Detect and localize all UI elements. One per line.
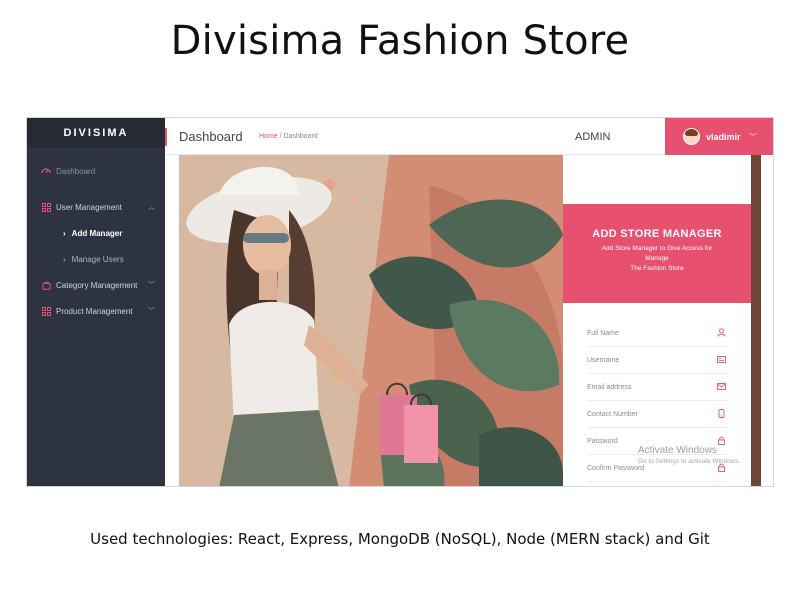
page-title: Dashboard bbox=[179, 129, 243, 144]
dashboard-icon bbox=[41, 166, 51, 176]
sidebar-item-dashboard[interactable]: Dashboard bbox=[27, 158, 165, 184]
hero-image bbox=[179, 155, 563, 486]
avatar bbox=[683, 128, 700, 145]
form-title: ADD STORE MANAGER bbox=[592, 228, 722, 240]
username-field[interactable]: Username bbox=[587, 347, 727, 374]
sidebar-item-label: Dashboard bbox=[56, 166, 96, 176]
contact-number-field[interactable]: Contact Number bbox=[587, 401, 727, 428]
chevron-down-icon: ﹀ bbox=[749, 133, 757, 141]
slide-caption: Used technologies: React, Express, Mongo… bbox=[90, 530, 710, 548]
field-placeholder: Password bbox=[587, 437, 618, 445]
chevron-right-icon: › bbox=[63, 254, 66, 264]
sidebar: DIVISIMA Dashboard User Management ︿ › A… bbox=[27, 118, 165, 486]
sidebar-item-label: Product Management bbox=[56, 306, 133, 316]
app-screenshot: DIVISIMA Dashboard User Management ︿ › A… bbox=[26, 117, 774, 487]
field-placeholder: Confirm Password bbox=[587, 464, 645, 472]
role-label: ADMIN bbox=[575, 131, 611, 143]
form-subtitle-line: Add Store Manager to Give Access for bbox=[601, 245, 713, 252]
form-header: ADD STORE MANAGER Add Store Manager to G… bbox=[563, 204, 751, 303]
form-subtitle: Add Store Manager to Give Access for Man… bbox=[563, 244, 751, 274]
form-subtitle-line: The Fashion Store bbox=[630, 265, 684, 272]
panel-edge bbox=[751, 155, 773, 486]
top-bar: Dashboard Home / Dashboard ADMIN vladimi… bbox=[165, 118, 773, 155]
breadcrumb: Home / Dashboard bbox=[259, 133, 318, 140]
user-menu-button[interactable]: vladimir ﹀ bbox=[665, 118, 773, 155]
field-placeholder: Full Name bbox=[587, 329, 619, 337]
add-manager-form: ADD STORE MANAGER Add Store Manager to G… bbox=[563, 155, 751, 486]
chevron-down-icon: ﹀ bbox=[148, 282, 155, 289]
sidebar-subitem-add-manager[interactable]: › Add Manager bbox=[27, 220, 165, 246]
phone-icon bbox=[717, 409, 727, 419]
sidebar-item-label: Manage Users bbox=[71, 254, 124, 264]
watermark-subtitle: Go to Settings to activate Windows. bbox=[638, 458, 741, 465]
slide-title: Divisima Fashion Store bbox=[170, 18, 630, 64]
chevron-right-icon: › bbox=[63, 228, 66, 238]
email-field[interactable]: Email address bbox=[587, 374, 727, 401]
sidebar-subitem-manage-users[interactable]: › Manage Users bbox=[27, 246, 165, 272]
brand-logo[interactable]: DIVISIMA bbox=[27, 118, 165, 148]
windows-activation-watermark: Activate Windows Go to Settings to activ… bbox=[638, 445, 741, 465]
sidebar-item-category-management[interactable]: Category Management ﹀ bbox=[27, 272, 165, 298]
id-card-icon bbox=[717, 355, 727, 365]
product-icon bbox=[41, 306, 51, 316]
field-placeholder: Username bbox=[587, 356, 620, 364]
chevron-up-icon: ︿ bbox=[148, 204, 155, 211]
users-grid-icon bbox=[41, 202, 51, 212]
sidebar-item-label: Add Manager bbox=[71, 228, 123, 238]
chevron-down-icon: ﹀ bbox=[148, 308, 155, 315]
envelope-icon bbox=[717, 382, 727, 392]
sidebar-item-user-management[interactable]: User Management ︿ bbox=[27, 194, 165, 220]
sidebar-item-product-management[interactable]: Product Management ﹀ bbox=[27, 298, 165, 324]
full-name-field[interactable]: Full Name bbox=[587, 320, 727, 347]
sidebar-item-label: User Management bbox=[56, 202, 122, 212]
sidebar-item-label: Category Management bbox=[56, 280, 138, 290]
form-subtitle-line: Manage bbox=[645, 255, 669, 262]
username-label: vladimir bbox=[706, 131, 741, 142]
header-accent bbox=[165, 128, 167, 146]
category-icon bbox=[41, 280, 51, 290]
user-icon bbox=[717, 328, 727, 338]
watermark-title: Activate Windows bbox=[638, 445, 717, 456]
breadcrumb-current: / Dashboard bbox=[279, 133, 318, 140]
breadcrumb-home-link[interactable]: Home bbox=[259, 133, 278, 140]
field-placeholder: Email address bbox=[587, 383, 632, 391]
panel-edge-bar bbox=[751, 155, 761, 486]
field-placeholder: Contact Number bbox=[587, 410, 638, 418]
